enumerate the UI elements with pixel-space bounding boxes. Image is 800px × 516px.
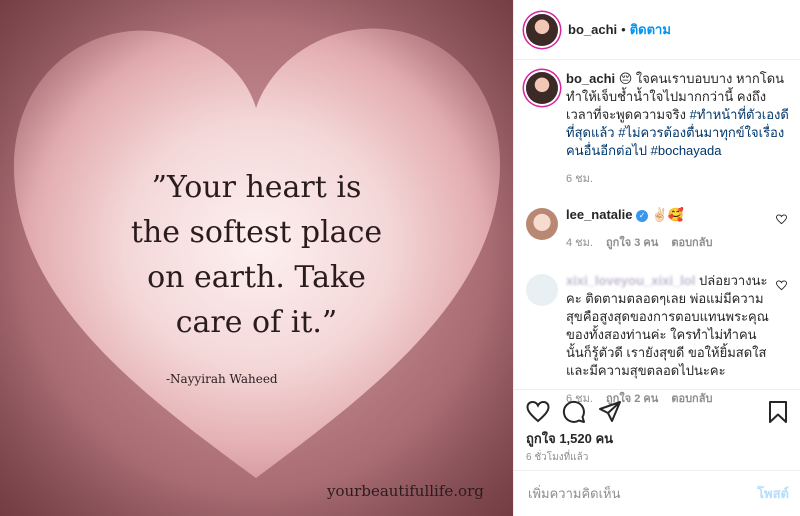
quote-author: -Nayyirah Waheed: [166, 372, 278, 386]
comment-item: xixi_loveyou_xixi_lol ปล่อยวางนะคะ ติดตา…: [514, 272, 800, 408]
comment-text: ✌🏻🥰: [651, 207, 685, 222]
avatar[interactable]: [526, 13, 558, 46]
save-bookmark-icon[interactable]: [766, 400, 790, 424]
quote-line: care of it.”: [175, 305, 338, 340]
comment-text: ปล่อยวางนะคะ ติดตามตลอดๆเลย พ่อแม่มีความ…: [566, 273, 769, 378]
verified-badge-icon: ✓: [636, 209, 649, 222]
like-heart-icon[interactable]: [526, 400, 550, 424]
caption-meta: 6 ชม.: [566, 170, 789, 188]
comment-time[interactable]: 4 ชม.: [566, 237, 593, 249]
likes-count[interactable]: ถูกใจ 1,520 คน: [526, 428, 613, 449]
caption-username[interactable]: bo_achi: [566, 71, 615, 86]
like-comment-icon[interactable]: [776, 214, 787, 225]
post-image[interactable]: ”Your heart is the softest place on eart…: [0, 0, 513, 516]
follow-button[interactable]: ติดตาม: [630, 19, 671, 40]
add-comment-bar: โพสต์: [514, 470, 800, 516]
comment-input[interactable]: [526, 485, 758, 502]
avatar[interactable]: [526, 208, 558, 240]
quote-line: on earth. Take: [147, 260, 366, 295]
header-username[interactable]: bo_achi: [568, 22, 617, 37]
post-side-panel: bo_achi • ติดตาม bo_achi 😔 ใจคนเราบอบบาง…: [513, 0, 800, 516]
image-watermark: yourbeautifullife.org: [327, 482, 484, 500]
quote-text: ”Your heart is the softest place on eart…: [0, 165, 513, 345]
comment-meta: 4 ชม. ถูกใจ 3 คน ตอบกลับ: [566, 234, 771, 252]
post-comment-button[interactable]: โพสต์: [757, 483, 789, 504]
caption: bo_achi 😔 ใจคนเราบอบบาง หากโดนทำให้เจ็บช…: [514, 70, 800, 188]
share-icon[interactable]: [598, 400, 622, 424]
comment-body: xixi_loveyou_xixi_lol ปล่อยวางนะคะ ติดตา…: [566, 272, 771, 380]
comment-username-redacted[interactable]: xixi_loveyou_xixi_lol: [566, 273, 695, 288]
comment-likes[interactable]: ถูกใจ 3 คน: [606, 237, 658, 249]
post-header: bo_achi • ติดตาม: [514, 0, 800, 60]
reply-button[interactable]: ตอบกลับ: [671, 237, 712, 249]
caption-body: bo_achi 😔 ใจคนเราบอบบาง หากโดนทำให้เจ็บช…: [566, 70, 789, 160]
comments-list: bo_achi 😔 ใจคนเราบอบบาง หากโดนทำให้เจ็บช…: [514, 70, 800, 408]
hashtag-link[interactable]: #bochayada: [651, 143, 722, 158]
avatar[interactable]: [526, 72, 558, 104]
separator-dot: •: [621, 22, 626, 37]
quote-line: ”Your heart is: [151, 170, 362, 205]
post-timestamp[interactable]: 6 ชั่วโมงที่แล้ว: [526, 450, 588, 465]
comment-body: lee_natalie ✓ ✌🏻🥰: [566, 206, 771, 224]
comment-icon[interactable]: [562, 400, 586, 424]
like-comment-icon[interactable]: [776, 280, 787, 291]
caption-time[interactable]: 6 ชม.: [566, 173, 593, 185]
comment-item: lee_natalie ✓ ✌🏻🥰 4 ชม. ถูกใจ 3 คน ตอบกล…: [514, 206, 800, 252]
avatar[interactable]: [526, 274, 558, 306]
comment-username[interactable]: lee_natalie: [566, 207, 633, 222]
quote-line: the softest place: [130, 215, 383, 250]
